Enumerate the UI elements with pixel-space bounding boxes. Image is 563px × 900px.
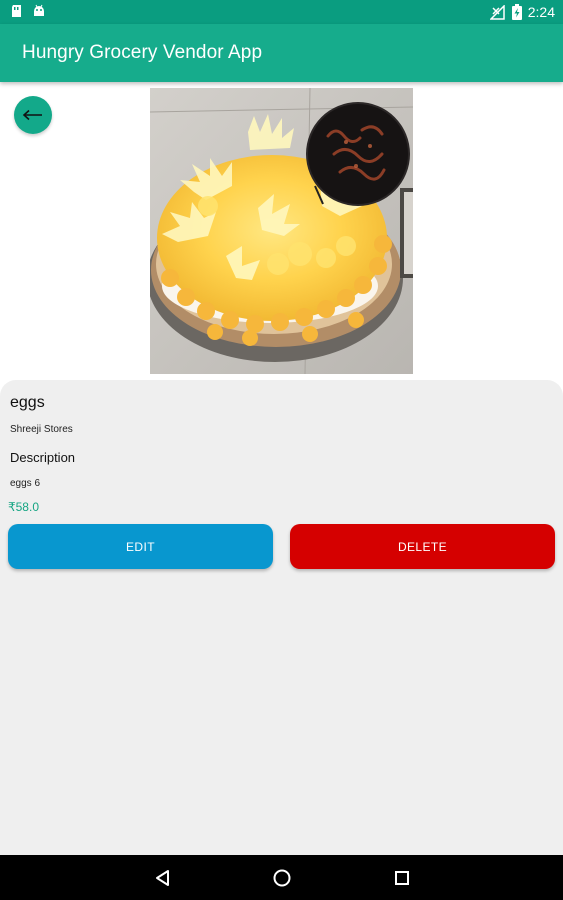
product-detail-screen: eggs Shreeji Stores Description eggs 6 ₹… [0,82,563,855]
product-image [150,88,413,374]
product-price: ₹58.0 [8,500,39,514]
recents-square-icon [395,871,409,885]
edit-button-label: EDIT [126,539,155,554]
status-bar: 2:24 [0,0,563,24]
description-heading: Description [10,450,76,465]
sd-card-icon [12,5,21,17]
product-name: eggs [10,394,45,411]
status-time: 2:24 [527,4,555,20]
delete-button-label: DELETE [397,539,448,554]
android-icon [34,4,44,16]
back-button[interactable] [14,96,52,134]
home-circle-icon [273,869,291,887]
app-title: Hungry Grocery Vendor App [22,42,263,63]
battery-charging-icon [511,4,522,20]
product-description: eggs 6 [10,478,41,489]
nav-back-button[interactable] [151,866,175,890]
store-name: Shreeji Stores [10,424,73,435]
app-bar: Hungry Grocery Vendor App [0,24,563,82]
edit-button[interactable]: EDIT [8,524,273,569]
back-triangle-icon [156,870,169,886]
cake-photo [150,88,413,374]
nav-recents-button[interactable] [390,866,414,890]
nav-home-button[interactable] [270,866,294,890]
product-details-card: eggs Shreeji Stores Description eggs 6 ₹… [0,380,563,855]
system-navigation-bar [0,855,563,900]
status-system-icons: 2:24 [489,3,555,21]
delete-button[interactable]: DELETE [290,524,555,569]
status-notification-icons [10,4,46,18]
no-signal-icon [489,4,505,20]
arrow-left-icon [22,109,42,121]
